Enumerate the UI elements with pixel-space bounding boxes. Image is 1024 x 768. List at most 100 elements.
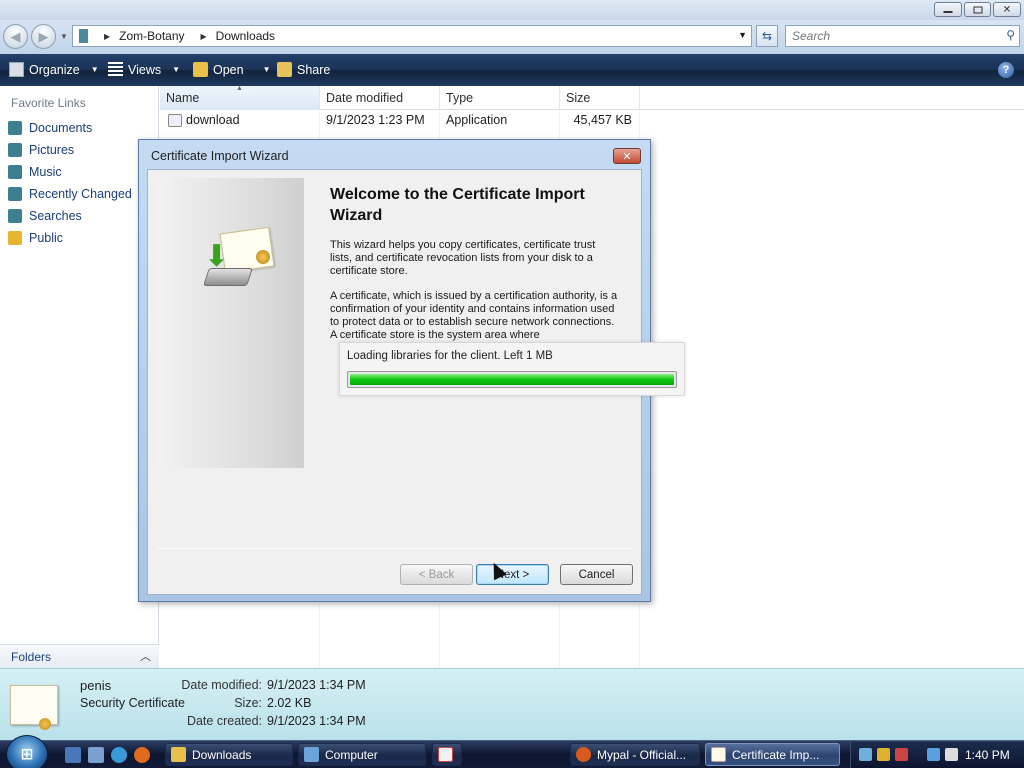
file-name: download	[186, 113, 240, 127]
favorite-links-header: Favorite Links	[11, 96, 86, 110]
favorite-link-label: Documents	[29, 121, 93, 135]
public-folder-icon	[8, 231, 22, 245]
close-icon: ✕	[622, 150, 632, 163]
help-icon[interactable]: ?	[998, 62, 1014, 78]
favorite-link-music[interactable]: Music	[8, 162, 62, 182]
date-modified-value: 9/1/2023 1:34 PM	[267, 678, 366, 692]
taskbar-button-label: Mypal - Official...	[597, 747, 687, 762]
open-button[interactable]: Open ▼	[193, 62, 271, 77]
breadcrumb-segment[interactable]: Zom-Botany	[119, 29, 184, 43]
taskbar-button-java[interactable]	[432, 743, 462, 766]
taskbar-button-label: Certificate Imp...	[732, 747, 820, 762]
forward-arrow-icon[interactable]: ▶	[31, 24, 56, 49]
organize-label: Organize	[29, 62, 80, 77]
loading-text: Loading libraries for the client. Left 1…	[347, 350, 553, 362]
address-bar-row: ◀ ▶ ▼ ▶ Zom-Botany ▶ Downloads ▼ ⇆ Searc…	[0, 20, 1024, 54]
views-label: Views	[128, 62, 162, 77]
maximize-button[interactable]	[964, 2, 991, 17]
favorite-link-label: Searches	[29, 209, 82, 223]
wizard-description-text: A certificate, which is issued by a cert…	[330, 290, 618, 341]
taskbar: ⊞ Downloads Computer Mypal - Official...…	[0, 735, 1024, 768]
mypal-icon	[576, 747, 591, 762]
folders-toggle[interactable]: Folders ︿	[0, 644, 159, 668]
file-date-modified: 9/1/2023 1:23 PM	[326, 113, 425, 127]
views-icon	[108, 62, 123, 77]
favorite-link-recently-changed[interactable]: Recently Changed	[8, 184, 132, 204]
security-shield-icon[interactable]	[877, 748, 890, 761]
views-button[interactable]: Views ▼	[108, 62, 180, 77]
recent-pages-chevron-icon[interactable]: ▼	[60, 32, 68, 41]
clock[interactable]: 1:40 PM	[965, 748, 1010, 762]
taskbar-button-certificate-import[interactable]: Certificate Imp...	[705, 743, 840, 766]
file-type: Application	[446, 113, 508, 127]
organize-button[interactable]: Organize ▼	[9, 62, 99, 77]
address-input[interactable]: ▶ Zom-Botany ▶ Downloads ▼	[72, 25, 752, 47]
favorite-link-pictures[interactable]: Pictures	[8, 140, 74, 160]
taskbar-button-mypal[interactable]: Mypal - Official...	[570, 743, 700, 766]
share-button[interactable]: Share	[277, 62, 330, 77]
certificate-icon	[711, 747, 726, 762]
column-header-type[interactable]: Type	[440, 86, 560, 110]
search-icon[interactable]: ⚲	[1006, 28, 1015, 42]
address-dropdown-icon[interactable]: ▼	[738, 30, 747, 40]
favorite-link-label: Music	[29, 165, 62, 179]
open-folder-icon	[193, 62, 208, 77]
refresh-button[interactable]: ⇆	[756, 25, 778, 47]
size-value: 2.02 KB	[267, 696, 312, 710]
navigation-pane: Favorite Links Documents Pictures Music …	[0, 86, 159, 668]
progress-bar-fill	[350, 374, 674, 385]
column-header-date-modified[interactable]: Date modified	[320, 86, 440, 110]
favorite-link-label: Recently Changed	[29, 187, 132, 201]
recent-icon	[8, 187, 22, 201]
breadcrumb-segment[interactable]: Downloads	[216, 29, 275, 43]
chevron-down-icon: ▼	[90, 65, 99, 74]
favorite-link-documents[interactable]: Documents	[8, 118, 92, 138]
sort-ascending-icon: ▲	[236, 85, 243, 92]
chevron-up-icon: ︿	[140, 651, 151, 663]
dialog-title: Certificate Import Wizard	[151, 149, 289, 163]
folder-icon	[171, 747, 186, 762]
chevron-down-icon: ▼	[262, 65, 271, 74]
favorite-link-label: Public	[29, 231, 64, 245]
computer-icon	[304, 747, 319, 762]
favorite-link-searches[interactable]: Searches	[8, 206, 82, 226]
connection-tray-icon[interactable]	[927, 748, 940, 761]
back-button[interactable]: < Back	[400, 564, 473, 585]
command-toolbar: Organize ▼ Views ▼ Open ▼ Share ?	[0, 54, 1024, 86]
cancel-button[interactable]: Cancel	[560, 564, 633, 585]
firefox-icon[interactable]	[134, 747, 150, 763]
system-tray: 1:40 PM	[850, 742, 1024, 768]
switch-windows-icon[interactable]	[88, 747, 104, 763]
open-label: Open	[213, 62, 244, 77]
start-button[interactable]: ⊞	[6, 735, 48, 768]
volume-muted-icon[interactable]	[945, 748, 958, 761]
progress-bar	[347, 371, 677, 388]
taskbar-button-downloads[interactable]: Downloads	[165, 743, 293, 766]
windows-logo-icon: ⊞	[20, 746, 34, 763]
minimize-button[interactable]	[934, 2, 962, 17]
dialog-close-button[interactable]: ✕	[613, 148, 641, 164]
import-arrow-icon: ⬇	[204, 240, 230, 273]
internet-explorer-icon[interactable]	[111, 747, 127, 763]
wizard-heading: Welcome to the Certificate Import Wizard	[330, 186, 585, 224]
taskbar-button-computer[interactable]: Computer	[298, 743, 426, 766]
java-icon	[438, 747, 453, 762]
chevron-down-icon: ▼	[172, 65, 181, 74]
searches-icon	[8, 209, 22, 223]
column-header-size[interactable]: Size	[560, 86, 640, 110]
selected-file-name: penis	[80, 678, 112, 693]
wizard-intro-text: This wizard helps you copy certificates,…	[330, 239, 596, 277]
date-created-value: 9/1/2023 1:34 PM	[267, 714, 366, 728]
next-button[interactable]: Next >	[476, 564, 549, 585]
close-button[interactable]: ✕	[993, 2, 1021, 17]
show-desktop-icon[interactable]	[65, 747, 81, 763]
date-created-label: Date created:	[186, 714, 262, 728]
search-input[interactable]: Search ⚲	[785, 25, 1020, 47]
table-row[interactable]: download 9/1/2023 1:23 PM Application 45…	[160, 110, 640, 130]
network-tray-icon[interactable]	[859, 748, 872, 761]
documents-icon	[8, 121, 22, 135]
favorite-link-public[interactable]: Public	[8, 228, 63, 248]
computer-location-icon	[79, 29, 88, 43]
alert-tray-icon[interactable]	[895, 748, 908, 761]
back-arrow-icon[interactable]: ◀	[3, 24, 28, 49]
